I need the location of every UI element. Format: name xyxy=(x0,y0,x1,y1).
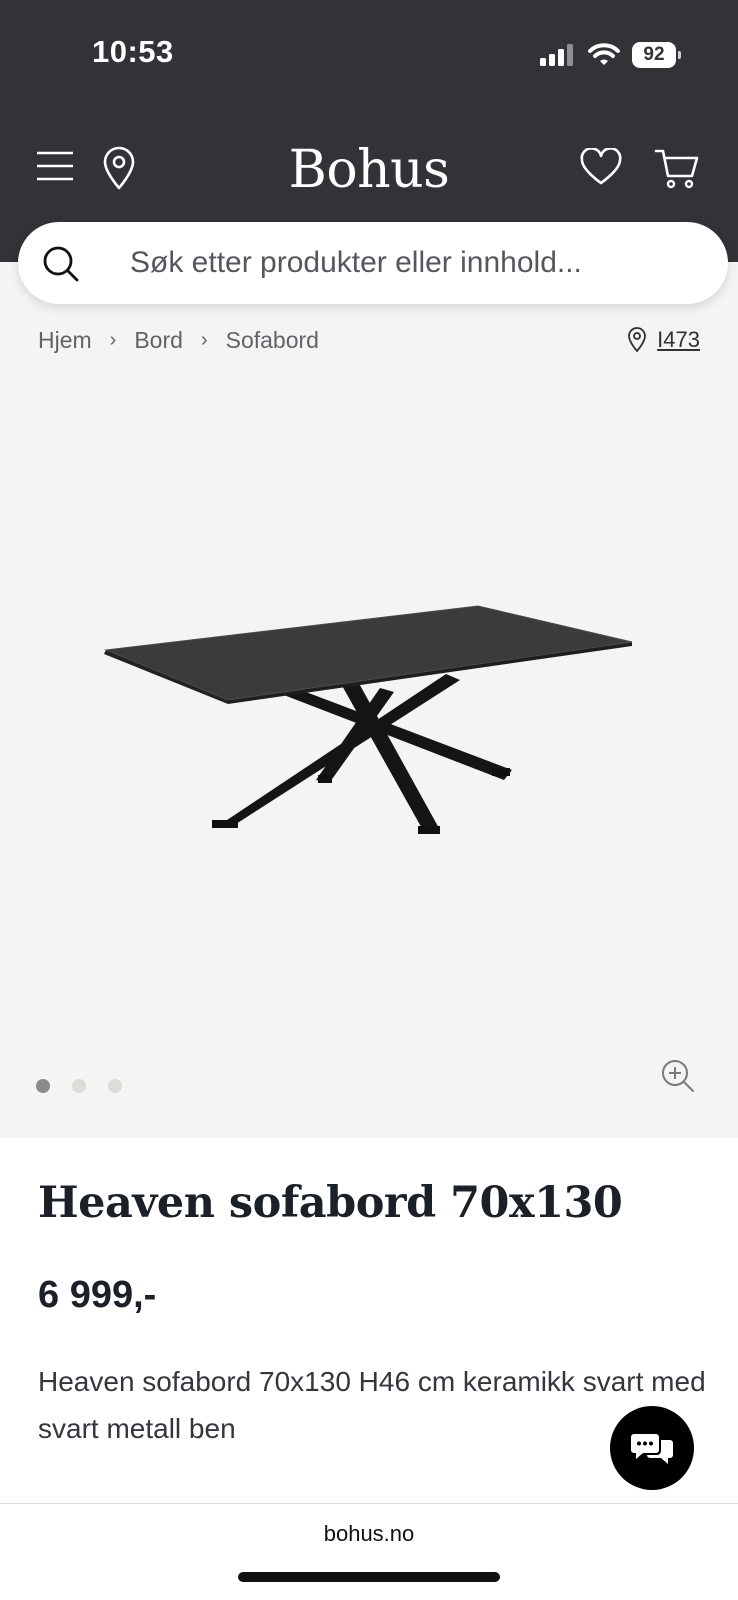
breadcrumb-home[interactable]: Hjem xyxy=(38,327,92,354)
breadcrumb-bord[interactable]: Bord xyxy=(134,327,183,354)
breadcrumb-sofabord[interactable]: Sofabord xyxy=(226,327,319,354)
status-icons: 92 xyxy=(540,40,681,70)
product-price: 6 999,- xyxy=(38,1274,157,1316)
gallery-dot-2[interactable] xyxy=(72,1079,86,1093)
battery-indicator: 92 xyxy=(632,42,681,68)
product-info: Heaven sofabord 70x130 6 999,- Heaven so… xyxy=(0,1138,738,1600)
heart-icon[interactable] xyxy=(580,148,622,186)
store-selector[interactable]: I473 xyxy=(627,324,700,356)
browser-url[interactable]: bohus.no xyxy=(0,1521,738,1547)
chevron-right-icon: › xyxy=(109,328,117,351)
search-icon[interactable] xyxy=(42,245,80,283)
product-image[interactable] xyxy=(0,370,738,1070)
breadcrumb: Hjem › Bord › Sofabord xyxy=(38,324,319,356)
bohus-logo[interactable]: Bohus xyxy=(0,140,738,200)
search-bar[interactable] xyxy=(18,222,728,304)
wifi-icon xyxy=(588,43,620,65)
product-title: Heaven sofabord 70x130 xyxy=(38,1178,623,1228)
cart-icon[interactable] xyxy=(654,148,700,190)
location-pin-icon xyxy=(628,327,647,353)
home-indicator[interactable] xyxy=(238,1572,500,1582)
store-label[interactable]: I473 xyxy=(657,327,700,353)
search-input[interactable] xyxy=(130,236,690,290)
chat-icon xyxy=(631,1434,673,1464)
chevron-right-icon: › xyxy=(200,328,208,351)
gallery-dots xyxy=(36,1079,122,1093)
signal-icon xyxy=(540,44,573,66)
browser-divider xyxy=(0,1503,738,1504)
status-time: 10:53 xyxy=(92,34,174,69)
zoom-in-icon[interactable] xyxy=(660,1058,696,1094)
gallery-dot-3[interactable] xyxy=(108,1079,122,1093)
gallery-dot-1[interactable] xyxy=(36,1079,50,1093)
chat-button[interactable] xyxy=(610,1406,694,1490)
